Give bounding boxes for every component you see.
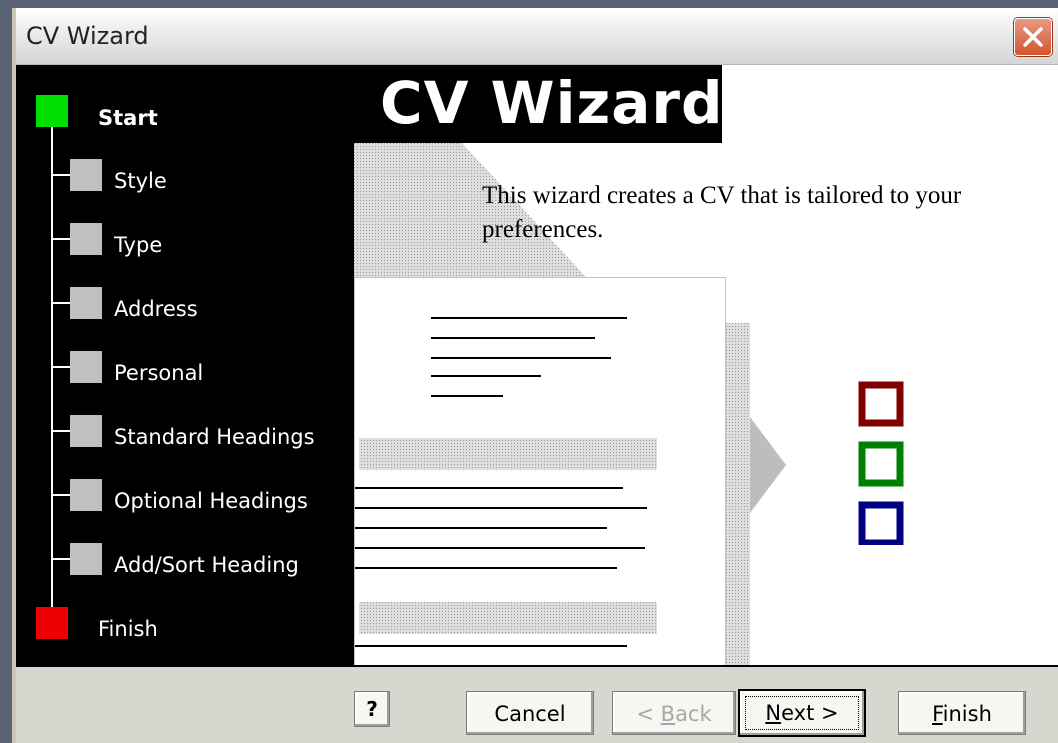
step-personal: Personal bbox=[114, 361, 204, 385]
step-optional-headings: Optional Headings bbox=[114, 489, 308, 513]
step-personal-marker bbox=[70, 351, 102, 383]
step-add-sort-heading: Add/Sort Heading bbox=[114, 553, 299, 577]
finish-button[interactable]: Finish bbox=[898, 691, 1026, 735]
step-start: Start bbox=[98, 106, 158, 130]
wizard-content: CV Wizard This wizard creates a CV that … bbox=[354, 65, 1058, 665]
step-finish: Finish bbox=[98, 617, 158, 641]
close-icon bbox=[1023, 27, 1043, 47]
document-lines bbox=[355, 317, 657, 647]
help-icon: ? bbox=[366, 697, 378, 721]
step-add-sort-heading-marker bbox=[70, 543, 102, 575]
cancel-button[interactable]: Cancel bbox=[466, 691, 594, 735]
step-type: Type bbox=[114, 233, 163, 257]
back-button[interactable]: < Back bbox=[612, 691, 736, 735]
button-bar: ? Cancel < Back Next > Finish bbox=[16, 665, 1058, 743]
finish-button-accesskey: F bbox=[932, 702, 943, 726]
step-address-marker bbox=[70, 287, 102, 319]
step-finish-marker bbox=[36, 607, 68, 639]
next-button[interactable]: Next > bbox=[738, 689, 866, 737]
step-address: Address bbox=[114, 297, 198, 321]
wizard-description: This wizard creates a CV that is tailore… bbox=[482, 182, 962, 243]
document-illustration bbox=[354, 277, 726, 665]
wizard-window: CV Wizard Start Style Type Address Perso… bbox=[12, 8, 1058, 743]
wizard-banner: CV Wizard bbox=[354, 65, 724, 143]
help-button[interactable]: ? bbox=[354, 691, 390, 727]
back-button-prefix: < bbox=[636, 702, 661, 726]
cancel-button-label: Cancel bbox=[494, 702, 566, 726]
checkbox-icons bbox=[858, 381, 904, 545]
next-button-focus-ring bbox=[745, 696, 859, 730]
back-button-label: ack bbox=[675, 702, 712, 726]
step-type-marker bbox=[70, 223, 102, 255]
step-standard-headings: Standard Headings bbox=[114, 425, 315, 449]
finish-button-label: inish bbox=[942, 702, 992, 726]
wizard-steps-panel: Start Style Type Address Personal Standa… bbox=[16, 65, 354, 665]
step-style: Style bbox=[114, 169, 167, 193]
step-optional-headings-marker bbox=[70, 479, 102, 511]
step-style-marker bbox=[70, 159, 102, 191]
title-bar: CV Wizard bbox=[16, 8, 1058, 65]
step-standard-headings-marker bbox=[70, 415, 102, 447]
step-start-marker bbox=[36, 95, 68, 127]
banner-title: CV Wizard bbox=[380, 69, 724, 137]
close-button[interactable] bbox=[1014, 18, 1052, 56]
back-button-accesskey: B bbox=[660, 702, 676, 726]
window-title: CV Wizard bbox=[26, 22, 149, 50]
